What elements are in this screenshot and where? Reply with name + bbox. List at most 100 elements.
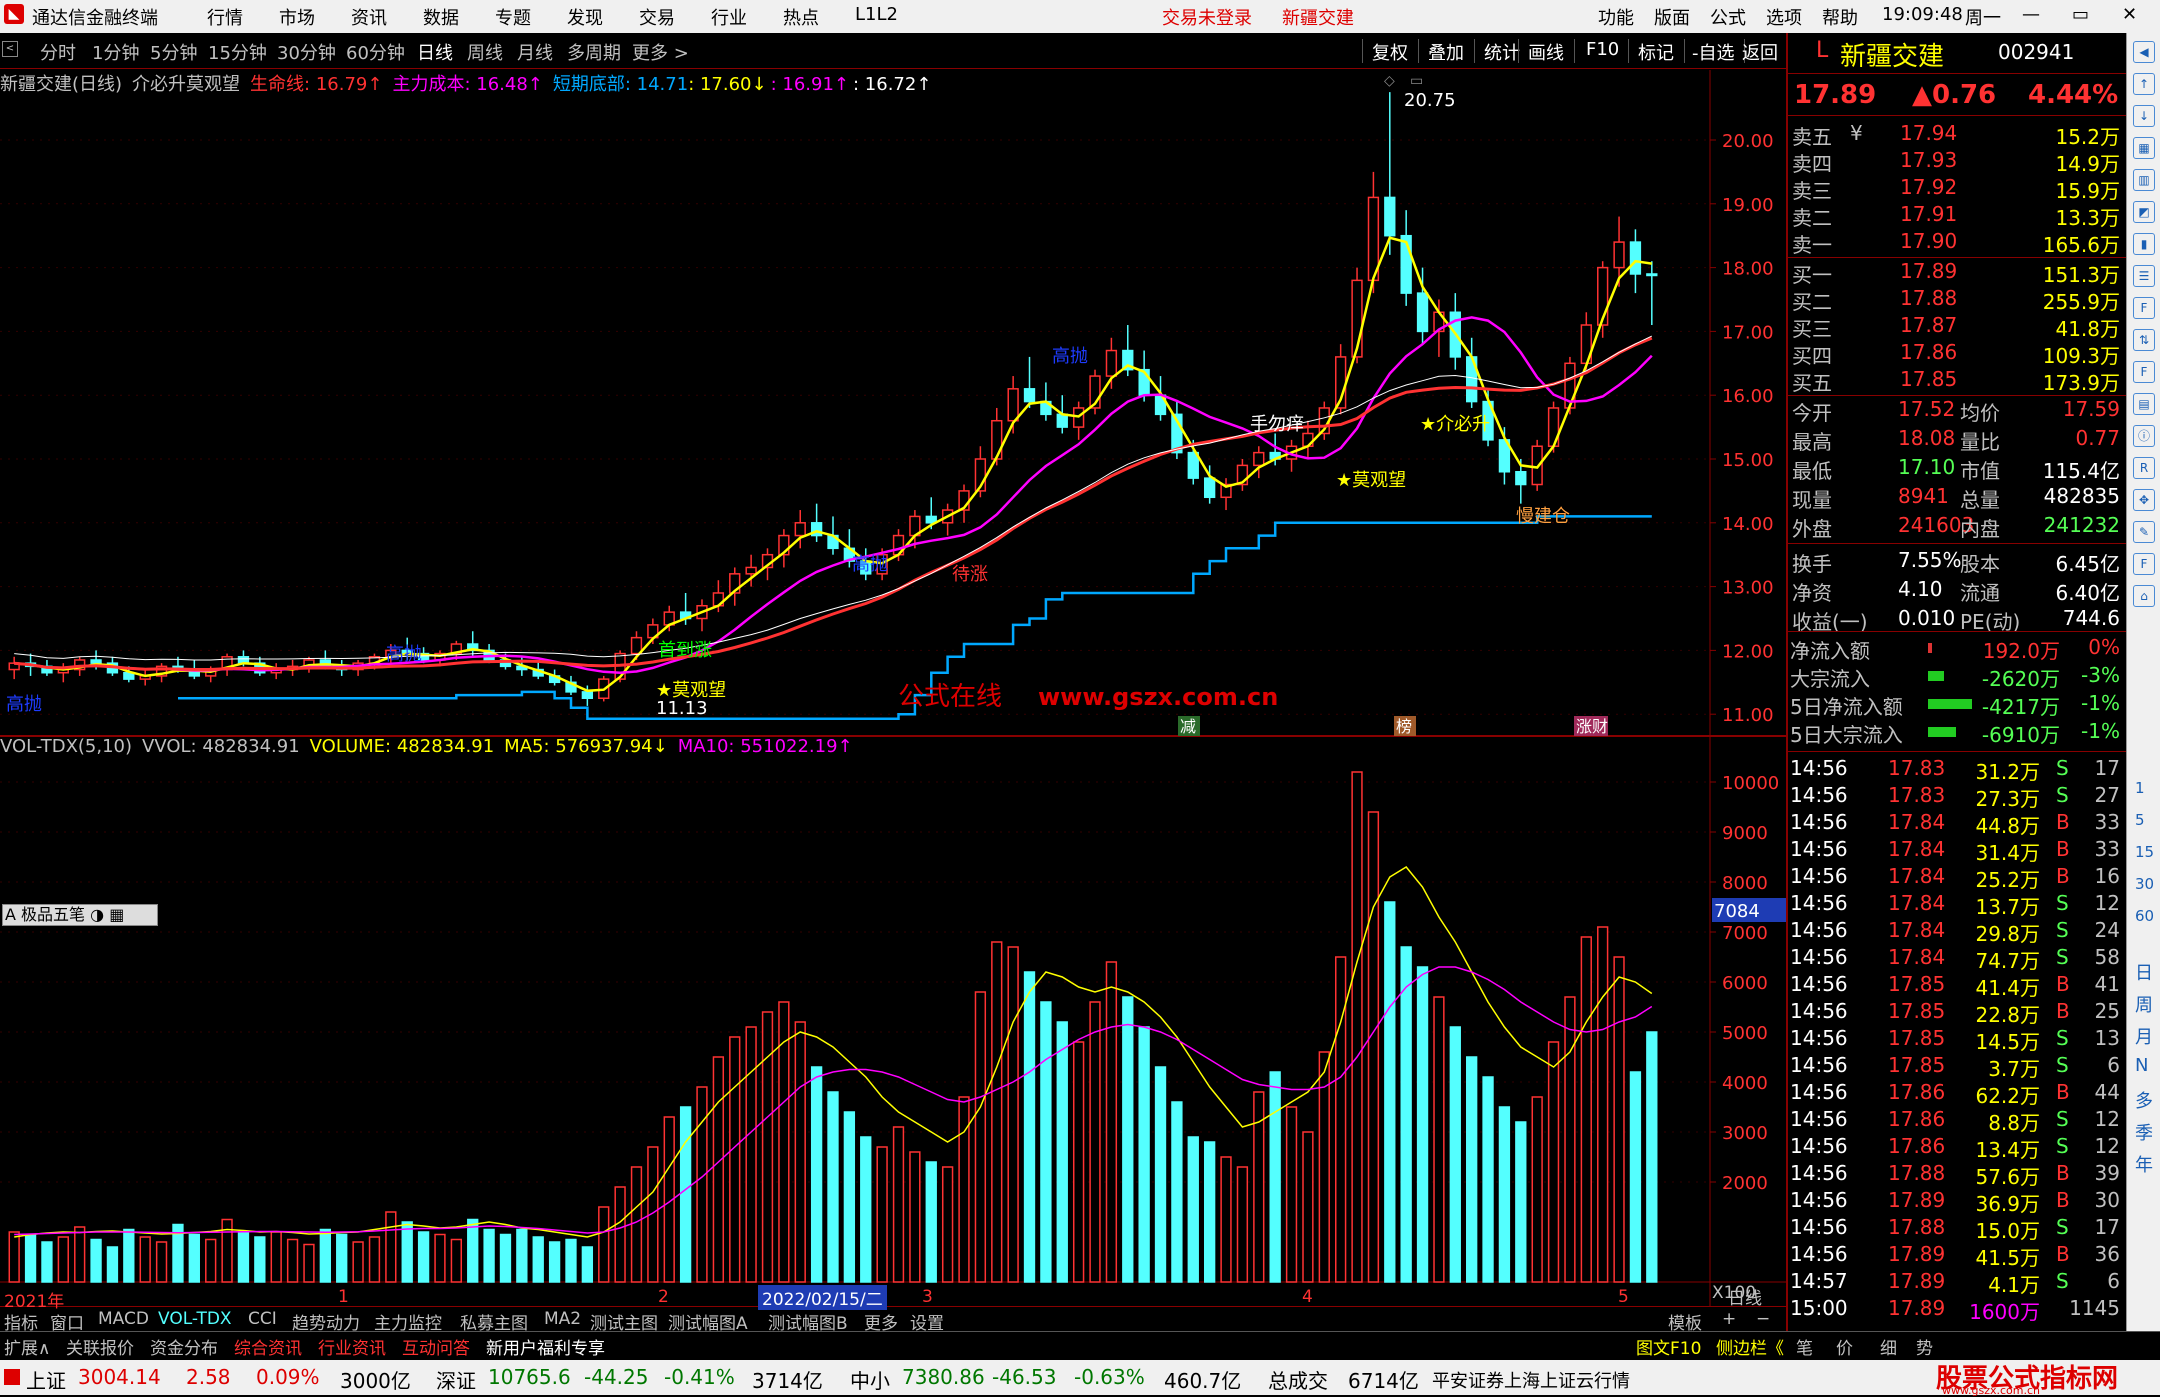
menu-banmian[interactable]: 版面	[1654, 4, 1690, 30]
sidebar-period-30[interactable]: 30	[2135, 875, 2154, 893]
sidebar-period-1[interactable]: 1	[2135, 779, 2145, 797]
rsi-icon[interactable]: R	[2133, 457, 2155, 479]
bar-chart-icon[interactable]: ▥	[2133, 169, 2155, 191]
menu-bangzhu[interactable]: 帮助	[1822, 4, 1858, 30]
menu-l1l2[interactable]: L1L2	[855, 4, 898, 25]
move-icon[interactable]: ✥	[2133, 489, 2155, 511]
side-tab[interactable]: 笔	[1796, 1334, 1813, 1359]
sidebar-period-letter[interactable]: 日	[2135, 959, 2153, 985]
menu-zhuanti[interactable]: 专题	[495, 4, 531, 30]
sidebar-period-letter[interactable]: 多	[2135, 1087, 2153, 1113]
period-multi[interactable]: 多周期	[567, 39, 621, 65]
kline-chart[interactable]: 20.00 19.00 18.00 17.00 16.00 15.00 14.00 13.00…	[0, 70, 1786, 1306]
info-icon[interactable]: ⓘ	[2133, 425, 2155, 447]
indicator-tab[interactable]: MACD	[98, 1309, 149, 1329]
up-arrow-icon[interactable]: ↑	[2133, 73, 2155, 95]
period-more[interactable]: 更多 >	[632, 39, 689, 65]
menu-shichang[interactable]: 市场	[279, 4, 315, 30]
indicator-tab[interactable]: VOL-TDX	[158, 1309, 232, 1329]
sidebar-period-15[interactable]: 15	[2135, 843, 2154, 861]
f10-icon[interactable]: F	[2133, 297, 2155, 319]
sz-label[interactable]: 深证	[436, 1365, 476, 1394]
sidebar-period-letter[interactable]: 年	[2135, 1151, 2153, 1177]
sidebar-period-5[interactable]: 5	[2135, 811, 2145, 829]
pen-icon[interactable]: ✎	[2133, 521, 2155, 543]
side-tab[interactable]: 细	[1880, 1334, 1897, 1359]
menu-redian[interactable]: 热点	[783, 4, 819, 30]
indicator-tab[interactable]: +	[1722, 1309, 1736, 1329]
list-icon[interactable]: ☰	[2133, 265, 2155, 287]
panel-toggle-icon[interactable]: <	[2, 41, 18, 57]
sidebar-period-60[interactable]: 60	[2135, 907, 2154, 925]
ime-moon-icon[interactable]: ◑	[90, 905, 104, 924]
chart-collapse-icon[interactable]: ▭	[1410, 73, 1423, 89]
trend-icon[interactable]: ◩	[2133, 201, 2155, 223]
extension-tab[interactable]: 综合资讯	[234, 1334, 302, 1359]
chart-diamond-icon[interactable]: ◇	[1384, 73, 1395, 89]
down-arrow-icon[interactable]: ↓	[2133, 105, 2155, 127]
side-tab[interactable]: 价	[1836, 1334, 1853, 1359]
overlay-button[interactable]: 叠加	[1428, 39, 1464, 65]
f2-icon[interactable]: F	[2133, 361, 2155, 383]
menu-gongshi[interactable]: 公式	[1710, 4, 1746, 30]
f10-button[interactable]: F10	[1586, 39, 1619, 60]
side-tab[interactable]: 图文F10	[1636, 1334, 1701, 1359]
period-15min[interactable]: 15分钟	[208, 39, 267, 65]
ime-toolbar[interactable]: A 极品五笔 ◑ ▦	[2, 904, 158, 926]
watchlist-button[interactable]: -自选	[1692, 39, 1735, 65]
collapse-icon[interactable]: ◀	[2133, 41, 2155, 63]
menu-jiaoyi[interactable]: 交易	[639, 4, 675, 30]
minimize-button[interactable]: —	[2022, 4, 2040, 25]
period-fenshi[interactable]: 分时	[40, 39, 76, 65]
sidebar-period-letter[interactable]: 周	[2135, 991, 2153, 1017]
period-1min[interactable]: 1分钟	[92, 39, 139, 65]
extension-tab[interactable]: 新用户福利专享	[486, 1334, 605, 1359]
side-tab[interactable]: 侧边栏《	[1716, 1334, 1784, 1359]
volume-bar	[450, 1238, 463, 1283]
period-60min[interactable]: 60分钟	[346, 39, 405, 65]
sidebar-period-letter[interactable]: 月	[2135, 1023, 2153, 1049]
period-30min[interactable]: 30分钟	[277, 39, 336, 65]
calendar-icon[interactable]: ▤	[2133, 393, 2155, 415]
period-monthly[interactable]: 月线	[517, 39, 553, 65]
back-button[interactable]: 返回	[1742, 39, 1778, 65]
fuquan-button[interactable]: 复权	[1372, 39, 1408, 65]
sidebar-period-letter[interactable]: 季	[2135, 1119, 2153, 1145]
sort-icon[interactable]: ⇅	[2133, 329, 2155, 351]
index-status-bar: 上证 3004.14 2.58 0.09% 3000亿 深证 10765.6 -…	[0, 1360, 2160, 1397]
mark-button[interactable]: 标记	[1638, 39, 1674, 65]
period-daily[interactable]: 日线	[417, 39, 453, 65]
period-weekly[interactable]: 周线	[467, 39, 503, 65]
extension-tab[interactable]: 行业资讯	[318, 1334, 386, 1359]
maximize-button[interactable]: ▭	[2072, 4, 2089, 25]
ime-name[interactable]: 极品五笔	[21, 905, 85, 924]
menu-hangye[interactable]: 行业	[711, 4, 747, 30]
grid-icon[interactable]: ▦	[2133, 137, 2155, 159]
period-5min[interactable]: 5分钟	[150, 39, 197, 65]
extension-tab[interactable]: 资金分布	[150, 1334, 218, 1359]
menu-xuanxiang[interactable]: 选项	[1766, 4, 1802, 30]
sidebar-period-letter[interactable]: N	[2135, 1055, 2148, 1076]
zx-label[interactable]: 中小	[850, 1365, 890, 1394]
extension-tab[interactable]: 互动问答	[402, 1334, 470, 1359]
menu-zixun[interactable]: 资讯	[351, 4, 387, 30]
draw-button[interactable]: 画线	[1528, 39, 1564, 65]
indicator-tab[interactable]: MA2	[544, 1309, 581, 1329]
sh-label[interactable]: 上证	[26, 1365, 66, 1394]
close-button[interactable]: ✕	[2122, 4, 2137, 25]
trade-login-status[interactable]: 交易未登录	[1162, 4, 1252, 30]
fs-icon[interactable]: F	[2133, 553, 2155, 575]
indicator-tab[interactable]: −	[1756, 1309, 1770, 1329]
side-tab[interactable]: 势	[1916, 1334, 1933, 1359]
candle-icon[interactable]: ▮	[2133, 233, 2155, 255]
menu-faxian[interactable]: 发现	[567, 4, 603, 30]
indicator-tab[interactable]: CCI	[248, 1309, 277, 1329]
menu-gongneng[interactable]: 功能	[1598, 4, 1634, 30]
stats-button[interactable]: 统计	[1484, 39, 1520, 65]
menu-hangqing[interactable]: 行情	[207, 4, 243, 30]
menu-shuju[interactable]: 数据	[423, 4, 459, 30]
filter-icon[interactable]: ⌂	[2133, 585, 2155, 607]
extension-tab[interactable]: 扩展∧	[4, 1334, 50, 1359]
extension-tab[interactable]: 关联报价	[66, 1334, 134, 1359]
ime-keyboard-icon[interactable]: ▦	[109, 905, 124, 924]
